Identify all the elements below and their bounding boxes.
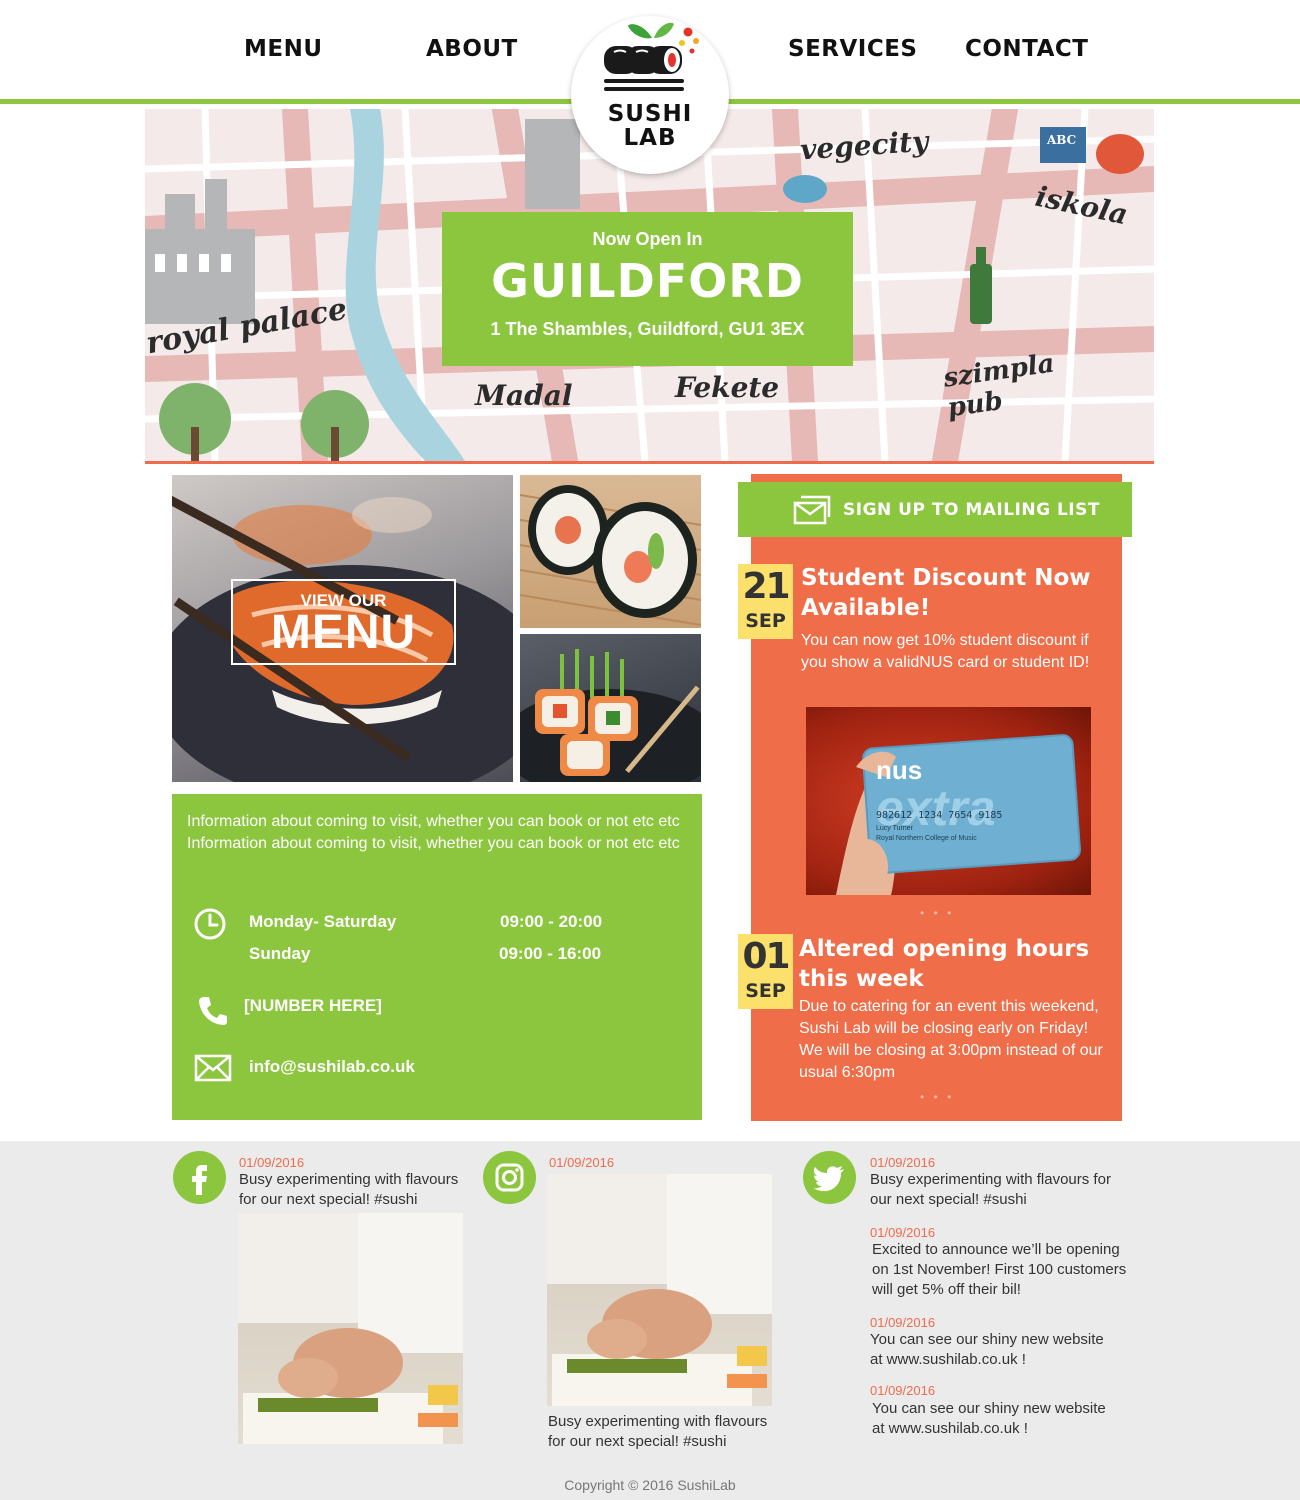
logo-text-line1: SUSHI <box>607 101 693 127</box>
tweet-text: Excited to announce we’ll be opening on … <box>872 1241 1127 1298</box>
banner-city: GUILDFORD <box>491 254 804 308</box>
view-menu-button[interactable]: VIEW OUR MENU <box>231 579 456 665</box>
view-menu-big: MENU <box>270 606 417 659</box>
news-title[interactable]: Altered opening hours this week <box>799 934 1109 994</box>
nav-menu[interactable]: MENU <box>244 36 323 62</box>
twitter-icon[interactable] <box>803 1151 856 1204</box>
nus-card-photo: nus extra 982612 1234 7654 9185 Lucy Tur… <box>806 707 1091 895</box>
envelope-icon <box>793 495 831 525</box>
instagram-post-date: 01/09/2016 <box>549 1155 615 1170</box>
tweet-text: Busy experimenting with flavours for our… <box>870 1171 1111 1208</box>
facebook-post-photo[interactable] <box>238 1213 463 1444</box>
chef-photo <box>547 1174 772 1406</box>
news-title[interactable]: Student Discount Now Available! <box>801 563 1111 623</box>
tweet-date: 01/09/2016 <box>870 1225 936 1240</box>
sushi-roll-icon <box>604 22 699 91</box>
card-name: Lucy Turner <box>876 825 913 832</box>
email-address[interactable]: info@sushilab.co.uk <box>249 1057 415 1077</box>
tweet-date: 01/09/2016 <box>870 1155 936 1170</box>
tweet-date: 01/09/2016 <box>870 1383 936 1398</box>
mailing-list-button[interactable]: SIGN UP TO MAILING LIST <box>738 482 1132 537</box>
twitter-glyph <box>813 1166 844 1192</box>
news-body: Due to catering for an event this weeken… <box>799 998 1103 1081</box>
map-label-fekete: Fekete <box>675 371 780 404</box>
hours-time-sunday: 09:00 - 16:00 <box>499 944 602 963</box>
facebook-post-text: Busy experimenting with flavours for our… <box>239 1171 459 1208</box>
uramaki-thumbnail <box>520 634 701 782</box>
news-date-badge: 01 SEP <box>738 934 793 1009</box>
map-label-abc: ABC <box>1047 133 1077 147</box>
facebook-glyph <box>192 1165 207 1195</box>
card-college: Royal Northern College of Music <box>876 835 977 842</box>
facebook-post-date: 01/09/2016 <box>239 1155 305 1170</box>
nav-services[interactable]: SERVICES <box>788 36 918 62</box>
hours-time-weekday: 09:00 - 20:00 <box>500 912 603 931</box>
tweet-text: You can see our shiny new website at www… <box>872 1400 1106 1437</box>
news-separator-dots: • • • <box>920 1090 955 1104</box>
mail-icon <box>194 1054 232 1082</box>
mailing-list-label: SIGN UP TO MAILING LIST <box>843 500 1100 520</box>
opening-banner: Now Open In GUILDFORD 1 The Shambles, Gu… <box>442 212 853 366</box>
card-number: 982612 1234 7654 9185 <box>876 810 1003 821</box>
instagram-glyph <box>495 1163 524 1192</box>
maki-photo <box>520 485 701 626</box>
menu-tile[interactable]: VIEW OUR MENU <box>172 475 513 782</box>
map-label-madal: Madal <box>475 379 573 412</box>
news-date-badge: 21 SEP <box>738 564 793 639</box>
nav-about[interactable]: ABOUT <box>426 36 518 62</box>
copyright-text: Copyright © 2016 SushiLab <box>564 1477 736 1493</box>
news-date-day: 01 <box>742 936 790 977</box>
news-separator-dots: • • • <box>920 906 955 920</box>
news-body: You can now get 10% student discount if … <box>801 632 1090 671</box>
news-date-month: SEP <box>745 980 786 1002</box>
facebook-icon[interactable] <box>173 1151 226 1204</box>
banner-address: 1 The Shambles, Guildford, GU1 3EX <box>490 319 805 339</box>
news-date-day: 21 <box>742 566 790 607</box>
phone-icon <box>199 997 227 1025</box>
tweet-date: 01/09/2016 <box>870 1315 936 1330</box>
instagram-post-photo[interactable] <box>547 1174 772 1406</box>
phone-number[interactable]: [NUMBER HERE] <box>244 996 382 1016</box>
visit-info-panel: Information about coming to visit, wheth… <box>172 794 702 1120</box>
sushi-roll-thumbnail <box>520 475 701 628</box>
hours-days-sunday: Sunday <box>249 944 311 963</box>
instagram-icon[interactable] <box>483 1151 536 1204</box>
instagram-post-caption: Busy experimenting with flavours for our… <box>548 1413 768 1450</box>
uramaki-photo <box>520 649 701 782</box>
nav-contact[interactable]: CONTACT <box>965 36 1088 62</box>
logo-text-line2: LAB <box>623 125 677 151</box>
tweet-text: You can see our shiny new website at www… <box>870 1331 1104 1368</box>
visit-info-text: Information about coming to visit, wheth… <box>187 813 680 852</box>
sushi-lab-logo[interactable]: SUSHI LAB <box>571 16 729 174</box>
banner-now-open: Now Open In <box>592 229 703 249</box>
hours-days-weekday: Monday- Saturday <box>249 912 397 931</box>
chef-photo <box>238 1213 463 1444</box>
hero-divider <box>145 461 1154 464</box>
news-date-month: SEP <box>745 610 786 632</box>
clock-icon <box>194 908 226 940</box>
